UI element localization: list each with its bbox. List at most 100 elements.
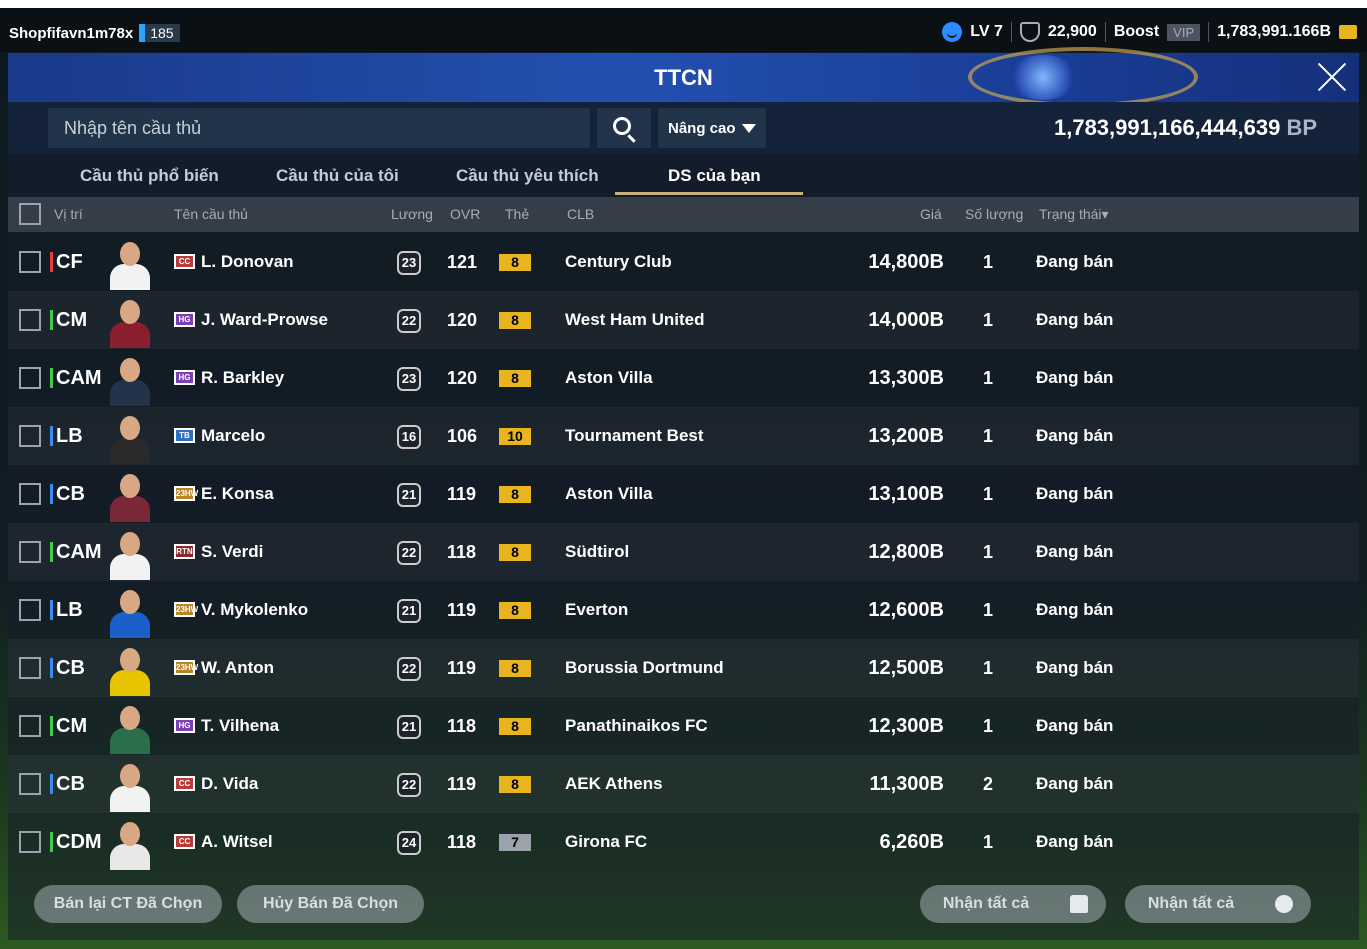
active-tab-indicator [615,192,803,195]
col-status[interactable]: Trạng thái▾ [1039,206,1109,223]
salary-badge: 21 [397,483,421,507]
receive-all-bp-button[interactable]: Nhận tất cả [1125,885,1311,923]
row-checkbox[interactable] [19,599,41,621]
player-name[interactable]: S. Verdi [201,523,263,581]
player-name[interactable]: Marcelo [201,407,265,465]
player-name[interactable]: W. Anton [201,639,274,697]
status-value: Đang bán [1036,774,1114,793]
row-checkbox[interactable] [19,425,41,447]
club-name: AEK Athens [565,774,663,793]
player-name[interactable]: V. Mykolenko [201,581,308,639]
position-color-bar [50,832,53,852]
row-checkbox[interactable] [19,367,41,389]
cancel-selected-button[interactable]: Hủy Bán Đã Chọn [237,885,424,923]
quantity-value: 1 [982,368,993,388]
boost-label[interactable]: Boost [1114,23,1159,41]
shirt-icon [1070,895,1088,913]
status-value: Đang bán [1036,832,1114,851]
card-level-badge: 8 [499,312,531,329]
season-icon: 23HW [174,660,198,675]
row-checkbox[interactable] [19,483,41,505]
club-name: Südtirol [565,542,630,561]
row-checkbox[interactable] [19,657,41,679]
season-icon: HG [174,718,195,733]
user-level-badge: 185 [139,24,180,42]
salary-badge: 24 [397,831,421,855]
position-color-bar [50,252,53,272]
receive-all-label: Nhận tất cả [942,895,1030,912]
tab-favorite-players[interactable]: Cầu thủ yêu thích [456,166,599,186]
player-position: CB [56,657,85,679]
player-position: LB [56,599,83,621]
col-card[interactable]: Thẻ [505,206,529,222]
col-ovr[interactable]: OVR [450,206,480,222]
player-name[interactable]: T. Vilhena [201,697,279,755]
club-name: Aston Villa [565,484,653,503]
season-icon: CC [174,834,195,849]
season-icon: 23HW [174,486,198,501]
row-checkbox[interactable] [19,773,41,795]
col-position[interactable]: Vị trí [54,206,83,222]
table-row[interactable]: CAM RTN S. Verdi 22 118 8 Südtirol 12,800B 1 Đang… [8,523,1359,581]
row-checkbox[interactable] [19,541,41,563]
col-salary[interactable]: Lương [391,206,433,222]
bp-total: 1,783,991,166,444,639 [1053,115,1281,140]
position-color-bar [50,542,53,562]
search-button[interactable] [597,108,651,148]
status-value: Đang bán [1036,716,1114,735]
col-price[interactable]: Giá [920,206,942,222]
title-bar: TTCN [8,47,1359,107]
price-value: 12,500B [868,657,944,679]
table-row[interactable]: CDM CC A. Witsel 24 118 7 Girona FC 6,260B 1 Đang… [8,813,1359,871]
advanced-filter-dropdown[interactable]: Nâng cao [658,108,766,148]
player-name[interactable]: J. Ward-Prowse [201,291,328,349]
table-row[interactable]: CB 23HW E. Konsa 21 119 8 Aston Villa 13,100B 1 Đ… [8,465,1359,523]
price-value: 11,300B [869,773,944,795]
close-icon[interactable] [1315,60,1349,94]
tab-your-list[interactable]: DS của bạn [668,166,761,186]
player-name[interactable]: A. Witsel [201,813,273,871]
vip-badge[interactable]: VIP [1167,23,1201,41]
select-all-checkbox[interactable] [19,203,41,225]
salary-badge: 16 [397,425,421,449]
table-row[interactable]: CB CC D. Vida 22 119 8 AEK Athens 11,300B 2 Đang … [8,755,1359,813]
table-row[interactable]: CB 23HW W. Anton 22 119 8 Borussia Dortmund 12,… [8,639,1359,697]
player-position: CB [56,483,85,505]
player-search-input[interactable] [48,108,590,148]
club-name: Girona FC [565,832,648,851]
status-value: Đang bán [1036,368,1114,387]
quantity-value: 1 [982,310,993,330]
player-photo [104,470,156,522]
table-row[interactable]: CM HG J. Ward-Prowse 22 120 8 West Ham United 1… [8,291,1359,349]
salary-badge: 21 [397,715,421,739]
season-icon: CC [174,254,195,269]
table-row[interactable]: CAM HG R. Barkley 23 120 8 Aston Villa 13,300B 1… [8,349,1359,407]
col-club[interactable]: CLB [567,206,594,222]
player-ovr: 106 [447,426,478,446]
player-name[interactable]: L. Donovan [201,233,294,291]
tab-popular-players[interactable]: Cầu thủ phổ biến [80,166,219,186]
table-row[interactable]: LB TB Marcelo 16 106 10 Tournament Best 13,200B… [8,407,1359,465]
table-row[interactable]: CF CC L. Donovan 23 121 8 Century Club 14,800B 1… [8,233,1359,291]
table-row[interactable]: CM HG T. Vilhena 21 118 8 Panathinaikos FC 12,3… [8,697,1359,755]
table-row[interactable]: LB 23HW V. Mykolenko 21 119 8 Everton 12,600B 1 Đ… [8,581,1359,639]
row-checkbox[interactable] [19,715,41,737]
club-name: Everton [565,600,629,619]
col-name[interactable]: Tên cầu thủ [174,206,248,222]
player-ovr: 120 [447,368,478,388]
club-name: West Ham United [565,310,705,329]
player-name[interactable]: E. Konsa [201,465,274,523]
row-checkbox[interactable] [19,831,41,853]
resell-selected-button[interactable]: Bán lại CT Đã Chọn [34,885,222,923]
receive-all-label: Nhận tất cả [1147,895,1235,912]
col-quantity[interactable]: Số lượng [965,206,1023,222]
row-checkbox[interactable] [19,251,41,273]
player-name[interactable]: D. Vida [201,755,258,813]
player-position: CB [56,773,85,795]
receive-all-players-button[interactable]: Nhận tất cả [920,885,1106,923]
row-checkbox[interactable] [19,309,41,331]
lv-text: LV 7 [970,23,1003,40]
player-name[interactable]: R. Barkley [201,349,284,407]
tab-my-players[interactable]: Cầu thủ của tôi [276,166,399,186]
price-value: 12,600B [868,599,944,621]
